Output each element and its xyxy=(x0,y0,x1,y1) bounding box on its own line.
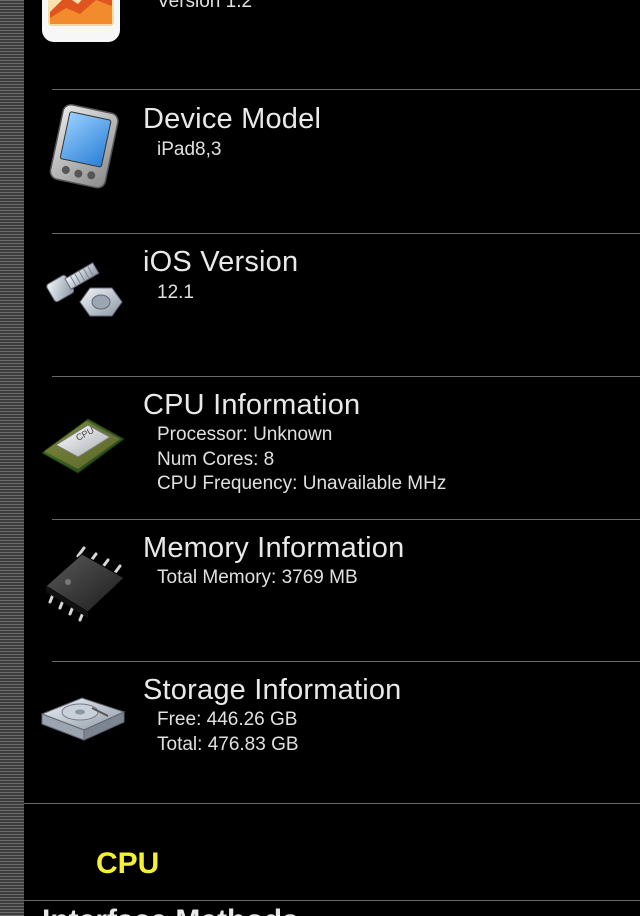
ios-version-row[interactable]: iOS Version 12.1 xyxy=(24,234,640,376)
memory-information-details: Total Memory: 3769 MB xyxy=(157,566,358,591)
divider xyxy=(24,900,640,901)
storage-information-row[interactable]: Storage Information Free: 446.26 GB Tota… xyxy=(24,662,640,804)
cpu-information-title: CPU Information xyxy=(143,389,361,421)
device-model-details: iPad8,3 xyxy=(157,138,221,163)
device-model-row[interactable]: Device Model iPad8,3 xyxy=(24,90,640,233)
cpu-processor: Processor: Unknown xyxy=(157,424,333,445)
left-scroll-rail xyxy=(0,0,24,916)
memory-information-row[interactable]: Memory Information Total Memory: 3769 MB xyxy=(24,520,640,662)
device-model-value: iPad8,3 xyxy=(157,139,222,160)
memory-chip-icon xyxy=(38,536,128,626)
storage-total: Total: 476.83 GB xyxy=(157,733,299,755)
storage-information-details: Free: 446.26 GB Total: 476.83 GB xyxy=(157,708,299,757)
chart-app-icon xyxy=(40,0,122,44)
cpu-num-cores: Num Cores: 8 xyxy=(157,448,275,470)
app-version-text: Version 1.2 xyxy=(157,0,253,12)
device-info-screen: Version 1.2 Device Model iPad8,3 iOS Ver… xyxy=(0,0,640,916)
pda-device-icon xyxy=(38,102,128,192)
memory-total: Total Memory: 3769 MB xyxy=(157,567,358,588)
memory-information-title: Memory Information xyxy=(143,532,405,564)
hard-drive-icon xyxy=(38,674,128,764)
app-version-row[interactable]: Version 1.2 xyxy=(24,0,640,90)
ios-version-title: iOS Version xyxy=(143,246,299,278)
divider xyxy=(24,803,640,804)
cpu-information-row[interactable]: CPU CPU Information Processor: Unknown N… xyxy=(24,377,640,519)
ios-version-value: 12.1 xyxy=(157,282,194,303)
section-header-cpu: CPU xyxy=(96,847,160,880)
storage-free: Free: 446.26 GB xyxy=(157,709,298,730)
next-section-label: Interface Methods xyxy=(42,904,299,916)
ios-version-details: 12.1 xyxy=(157,281,194,306)
info-list[interactable]: Version 1.2 Device Model iPad8,3 iOS Ver… xyxy=(24,0,640,916)
cpu-frequency: CPU Frequency: Unavailable MHz xyxy=(157,473,447,494)
storage-information-title: Storage Information xyxy=(143,674,402,706)
bolt-nut-icon xyxy=(38,244,128,334)
cpu-chip-icon: CPU xyxy=(38,393,128,483)
cpu-information-details: Processor: Unknown Num Cores: 8 CPU Freq… xyxy=(157,423,446,497)
device-model-title: Device Model xyxy=(143,103,322,135)
